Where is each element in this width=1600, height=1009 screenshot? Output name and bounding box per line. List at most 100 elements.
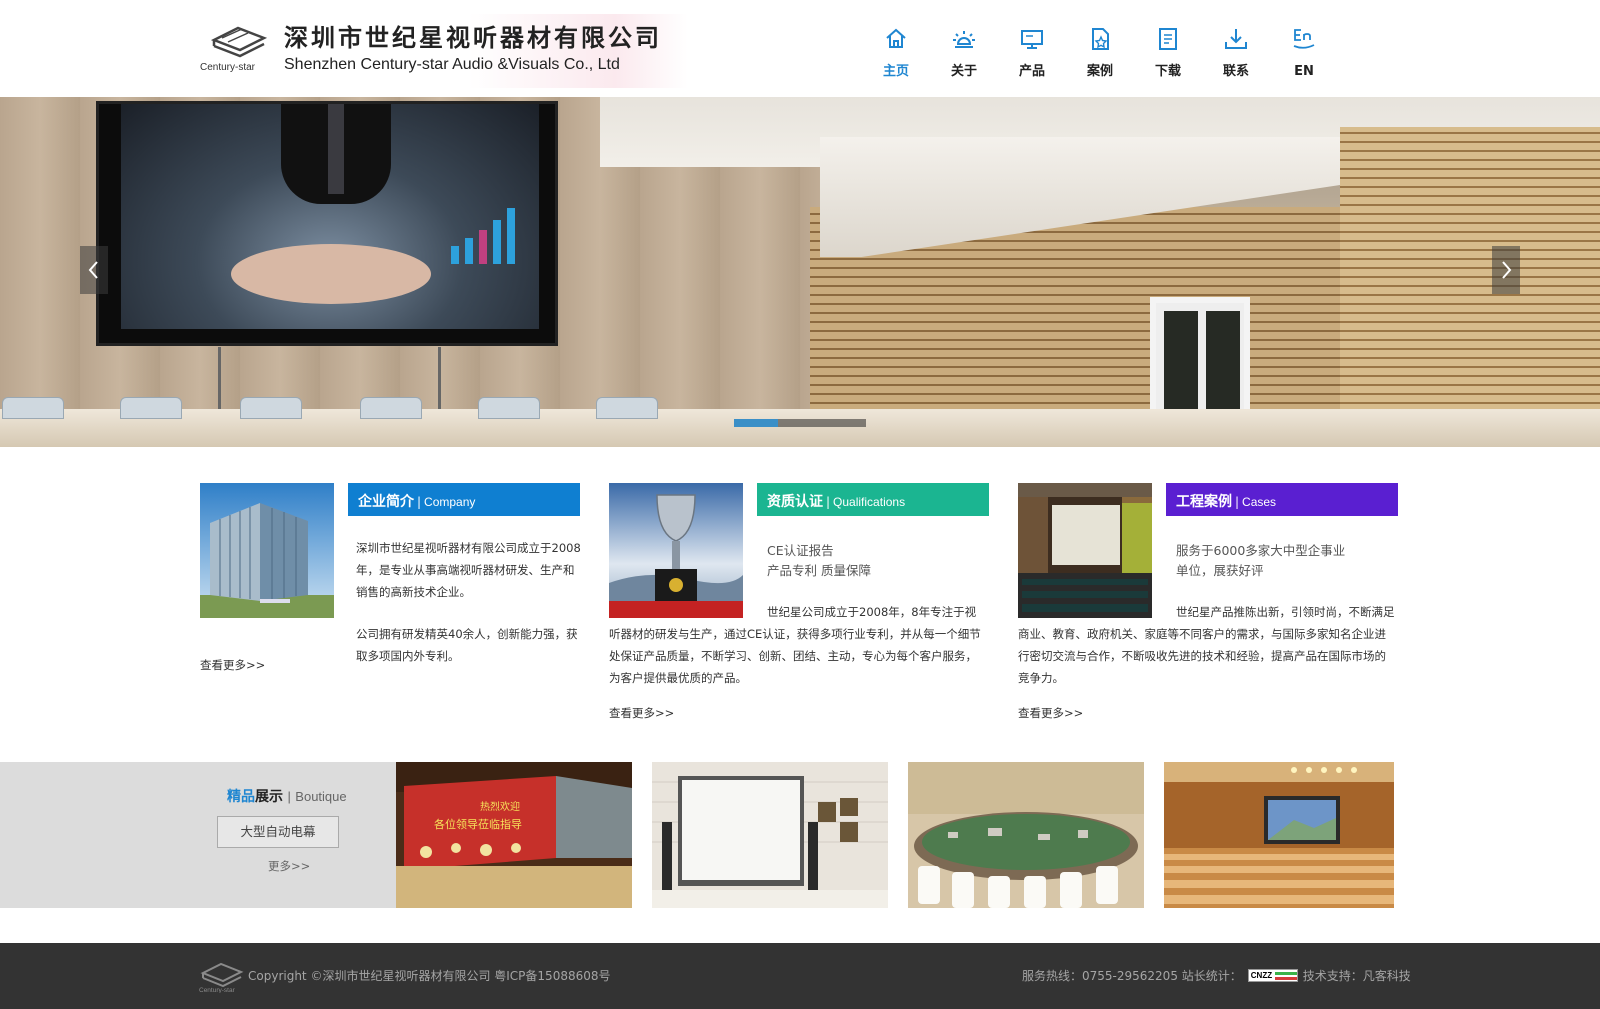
nav-item-download[interactable]: 下载 [1134, 20, 1202, 80]
company-rd-text: 公司拥有研发精英40余人，创新能力强，获取多项国内外专利。 [356, 627, 578, 663]
cases-more-link[interactable]: 查看更多>> [1018, 705, 1083, 721]
boutique-title-en: Boutique [295, 789, 347, 804]
banner-chair [120, 397, 182, 419]
cases-title-cn: 工程案例 [1176, 494, 1232, 510]
banner-display-screen [96, 101, 558, 346]
cnzz-badge-text: CNZZ [1250, 971, 1273, 980]
cases-sub2: 单位，展获好评 [1176, 563, 1264, 578]
cases-text: 世纪星产品推陈出新，引领时尚，不断满足商业、教育、政府机关、家庭等不同客户的需求… [1018, 605, 1395, 685]
slider-dot-3[interactable] [822, 419, 866, 427]
footer-logo-icon[interactable]: Century-star [199, 959, 245, 993]
title-separator: | [826, 495, 831, 509]
monitor-icon [1021, 30, 1043, 49]
banner-chair [240, 397, 302, 419]
footer-contact: 服务热线：0755-29562205 站长统计： CNZZ 技术支持：凡客科技 [1022, 967, 1411, 984]
company-title-en: Company [424, 495, 476, 509]
screen-bar [507, 208, 515, 264]
thumb-banner-line2: 各位领导莅临指导 [434, 817, 522, 831]
title-separator: | [417, 495, 422, 509]
screen-hands [231, 244, 431, 304]
slider-next-button[interactable] [1492, 246, 1520, 294]
cnzz-stat-badge[interactable]: CNZZ [1247, 969, 1298, 982]
nav-item-about[interactable]: 关于 [930, 20, 998, 80]
screen-bar [479, 230, 487, 264]
chevron-left-icon [88, 261, 98, 279]
nav-item-home[interactable]: 主页 [862, 20, 930, 80]
cinema-image [1018, 483, 1152, 618]
cases-heading[interactable]: 工程案例 | Cases [1166, 483, 1398, 516]
logo-company-cn: 深圳市世纪星视听器材有限公司 [284, 23, 662, 52]
nav-item-contact[interactable]: 联系 [1202, 20, 1270, 80]
qualifications-section: 资质认证 | Qualifications CE认证报告 产品专利 质量保障 世纪星… [609, 483, 991, 733]
footer-hotline: 服务热线：0755-29562205 站长统计： [1022, 969, 1242, 983]
boutique-category-button[interactable]: 大型自动电幕 [217, 816, 339, 848]
nav-label: 案例 [1086, 64, 1113, 79]
cases-title-en: Cases [1242, 495, 1277, 509]
logo-books-icon [210, 26, 268, 58]
slider-prev-button[interactable] [80, 246, 108, 294]
building-image [200, 483, 334, 618]
thumb-model-image [908, 762, 1144, 908]
cinema-photo[interactable] [1018, 483, 1152, 618]
thumb-auditorium-image [1164, 762, 1394, 908]
hero-banner [0, 97, 1600, 447]
screen-bar-graphic [451, 204, 531, 264]
boutique-thumb-3[interactable] [908, 762, 1144, 908]
site-footer: Century-star Copyright ©深圳市世纪星视听器材有限公司 粤… [0, 943, 1600, 1009]
site-header: Century-star 深圳市世纪星视听器材有限公司 Shenzhen Cen… [0, 0, 1600, 97]
qualifications-sub1: CE认证报告 [767, 543, 834, 558]
nav-label: 联系 [1222, 64, 1249, 79]
banner-wood-panel [1340, 127, 1600, 447]
qualifications-title-en: Qualifications [833, 495, 906, 509]
qualifications-sub2: 产品专利 质量保障 [767, 563, 871, 578]
qualifications-heading[interactable]: 资质认证 | Qualifications [757, 483, 989, 516]
download-icon [1225, 29, 1247, 49]
nav-label: 产品 [1018, 64, 1045, 79]
trophy-photo[interactable] [609, 483, 743, 618]
screen-bar [451, 246, 459, 264]
qualifications-more-link[interactable]: 查看更多>> [609, 705, 674, 721]
boutique-thumb-1[interactable]: 热烈欢迎 各位领导莅临指导 [396, 762, 632, 908]
screen-stand [438, 347, 441, 409]
company-building-photo[interactable] [200, 483, 334, 618]
footer-tech-support[interactable]: 技术支持：凡客科技 [1303, 967, 1411, 984]
screen-stand [218, 347, 221, 409]
main-nav: 主页 关于 产品 案例 下载 联系 EN [862, 20, 1338, 80]
company-section: 企业简介 | Company 深圳市世纪星视听器材有限公司成立于2008年，是专业从… [200, 483, 582, 733]
banner-chair [360, 397, 422, 419]
home-icon [886, 28, 906, 48]
nav-item-en[interactable]: EN [1270, 20, 1338, 80]
slider-pagination [734, 419, 866, 427]
cases-section: 工程案例 | Cases 服务于6000多家大中型企事业 单位，展获好评 世纪星产品… [1018, 483, 1400, 733]
banner-chair [2, 397, 64, 419]
nav-label: 下载 [1154, 64, 1181, 79]
boutique-thumb-4[interactable] [1164, 762, 1394, 908]
company-more-link[interactable]: 查看更多>> [200, 657, 265, 673]
thumb-livingroom-image [652, 762, 888, 908]
company-intro-text: 深圳市世纪星视听器材有限公司成立于2008年，是专业从事高端视听器材研发、生产和… [356, 541, 581, 599]
nav-label: 关于 [950, 64, 977, 79]
title-separator: | [1235, 495, 1240, 509]
company-heading[interactable]: 企业简介 | Company [348, 483, 580, 516]
thumb-hall-image: 热烈欢迎 各位领导莅临指导 [396, 762, 632, 908]
screen-bar [493, 220, 501, 264]
trophy-image [609, 483, 743, 618]
footer-copyright: Copyright ©深圳市世纪星视听器材有限公司 粤ICP备15088608号 [248, 969, 611, 983]
slider-dot-1[interactable] [734, 419, 778, 427]
screen-bar [465, 238, 473, 264]
boutique-more-link[interactable]: 更多>> [268, 858, 310, 874]
footer-logo-text: Century-star [199, 987, 236, 993]
logo-brand-small: Century-star [200, 62, 256, 73]
screen-figure-tie [328, 104, 344, 194]
doc-star-icon [1092, 28, 1109, 50]
boutique-thumb-2[interactable] [652, 762, 888, 908]
cases-sub1: 服务于6000多家大中型企事业 [1176, 543, 1346, 558]
slider-dot-2[interactable] [778, 419, 822, 427]
nav-label: EN [1294, 64, 1314, 79]
boutique-title: 精品展示 | Boutique [227, 786, 347, 806]
site-logo[interactable]: Century-star 深圳市世纪星视听器材有限公司 Shenzhen Cen… [200, 14, 688, 88]
nav-item-products[interactable]: 产品 [998, 20, 1066, 80]
qualifications-title-cn: 资质认证 [767, 494, 823, 510]
badge-bar-green [1274, 972, 1297, 975]
nav-item-cases[interactable]: 案例 [1066, 20, 1134, 80]
